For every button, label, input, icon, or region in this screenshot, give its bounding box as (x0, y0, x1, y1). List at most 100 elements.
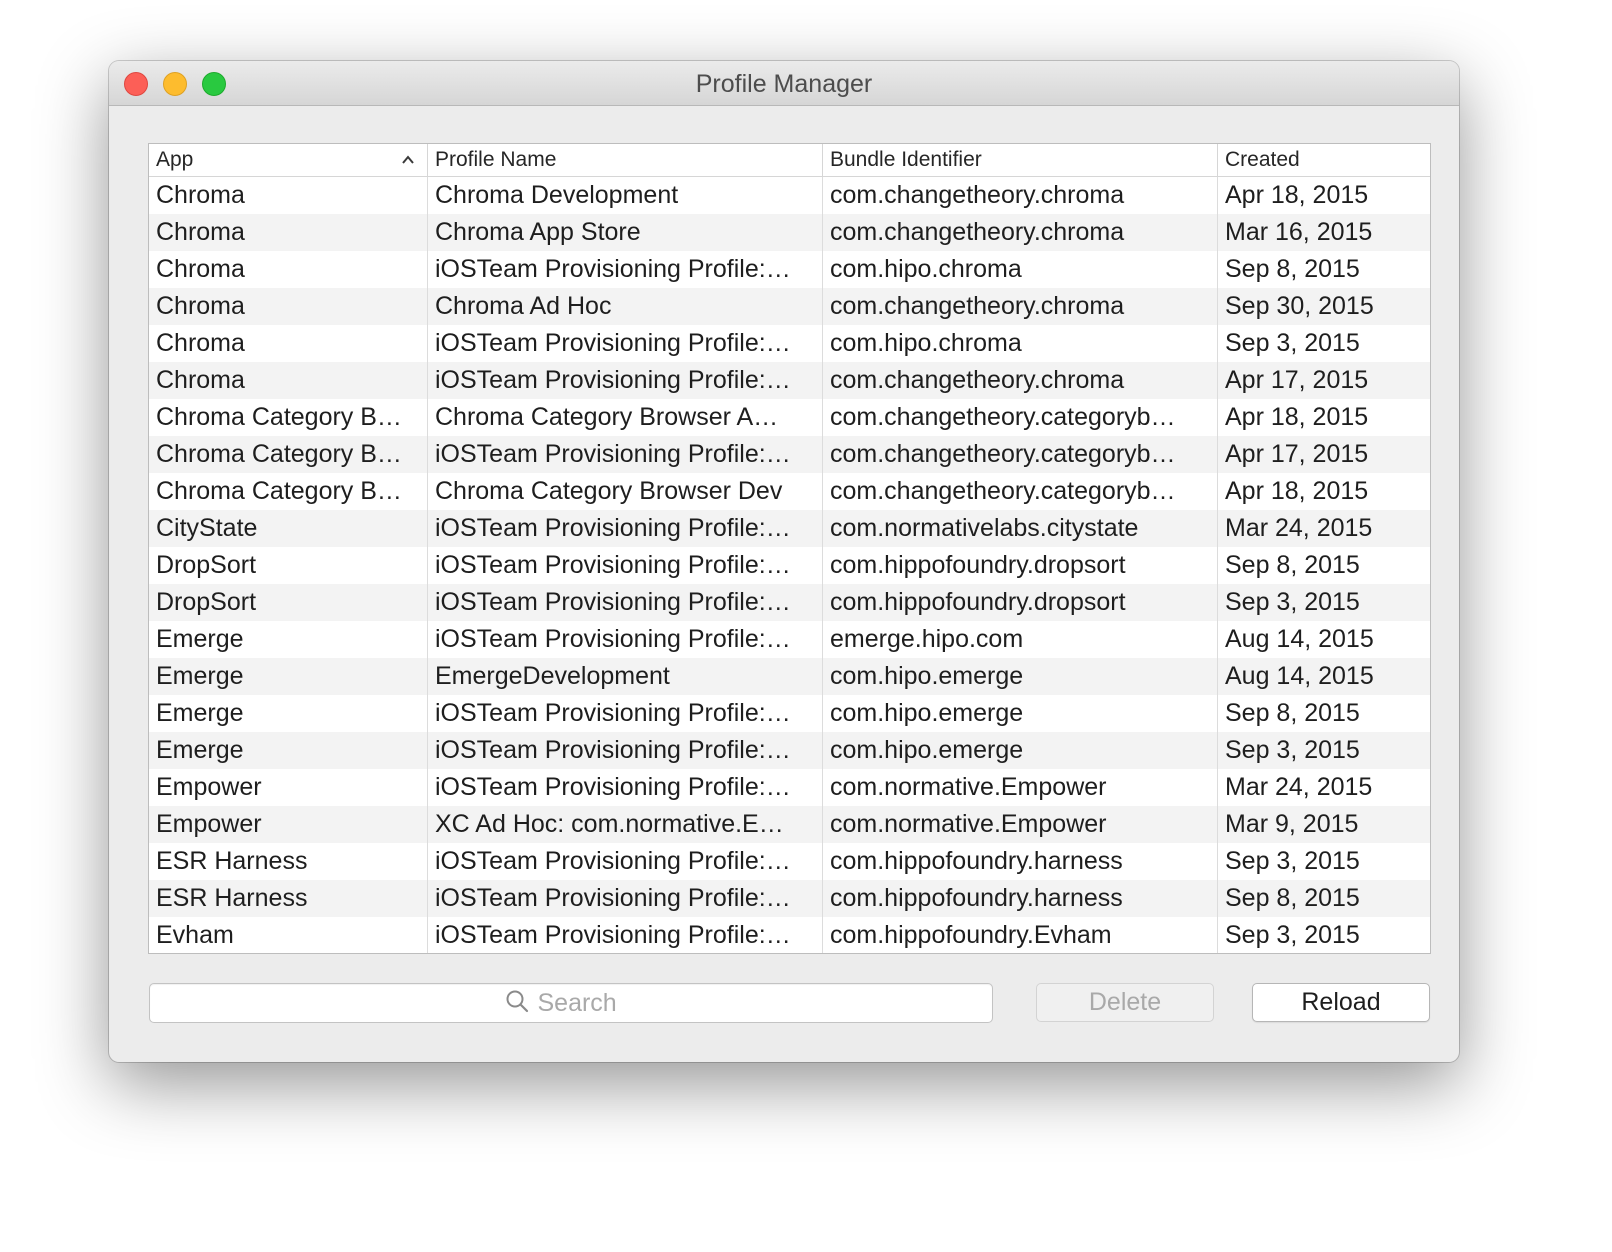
cell-created: Sep 3, 2015 (1217, 843, 1430, 880)
cell-profile-name: XC Ad Hoc: com.normative.E… (427, 806, 822, 843)
cell-created: Sep 3, 2015 (1217, 732, 1430, 769)
cell-created: Sep 8, 2015 (1217, 880, 1430, 917)
cell-profile-name: Chroma Ad Hoc (427, 288, 822, 325)
column-header-profile-name[interactable]: Profile Name (427, 144, 822, 176)
cell-created: Aug 14, 2015 (1217, 621, 1430, 658)
column-header-label: App (156, 148, 194, 171)
cell-bundle-identifier: com.changetheory.categoryb… (822, 473, 1217, 510)
cell-profile-name: iOSTeam Provisioning Profile:… (427, 510, 822, 547)
cell-created: Aug 14, 2015 (1217, 658, 1430, 695)
column-header-label: Created (1225, 148, 1300, 171)
delete-button[interactable]: Delete (1036, 983, 1214, 1022)
cell-bundle-identifier: com.hipo.emerge (822, 695, 1217, 732)
table-row[interactable]: Empower XC Ad Hoc: com.normative.E… com.no… (149, 806, 1430, 843)
cell-created: Mar 16, 2015 (1217, 214, 1430, 251)
cell-app: Chroma Category B… (156, 440, 402, 468)
search-field[interactable] (149, 983, 993, 1023)
cell-created: Sep 8, 2015 (1217, 695, 1430, 732)
table-row[interactable]: CityState iOSTeam Provisioning Profile:… c… (149, 510, 1430, 547)
cell-bundle-identifier: com.hipo.emerge (822, 658, 1217, 695)
table-row[interactable]: Chroma Category B… Chroma Category Browse… (149, 399, 1430, 436)
cell-bundle-identifier: com.changetheory.chroma (822, 288, 1217, 325)
table-row[interactable]: Chroma iOSTeam Provisioning Profile:… com.… (149, 251, 1430, 288)
cell-profile-name: iOSTeam Provisioning Profile:… (427, 732, 822, 769)
cell-bundle-identifier: com.hipo.chroma (822, 251, 1217, 288)
cell-bundle-identifier: com.hipo.emerge (822, 732, 1217, 769)
cell-profile-name: iOSTeam Provisioning Profile:… (427, 843, 822, 880)
table-row[interactable]: Emerge iOSTeam Provisioning Profile:… com.… (149, 695, 1430, 732)
table-row[interactable]: ESR Harness iOSTeam Provisioning Profile:… (149, 880, 1430, 917)
cell-created: Sep 3, 2015 (1217, 584, 1430, 621)
search-input[interactable] (537, 988, 638, 1018)
table-body: Chroma Chroma Development com.changetheory… (149, 177, 1430, 953)
window-title: Profile Manager (695, 70, 873, 98)
cell-app: CityState (156, 514, 258, 542)
cell-bundle-identifier: emerge.hipo.com (822, 621, 1217, 658)
table-row[interactable]: Chroma iOSTeam Provisioning Profile:… com.… (149, 325, 1430, 362)
cell-app: Chroma (156, 366, 245, 394)
cell-bundle-identifier: com.changetheory.categoryb… (822, 399, 1217, 436)
table-row[interactable]: Chroma Chroma App Store com.changetheory.c… (149, 214, 1430, 251)
cell-app: ESR Harness (156, 884, 308, 912)
cell-profile-name: iOSTeam Provisioning Profile:… (427, 547, 822, 584)
cell-app: Empower (156, 773, 262, 801)
profiles-table[interactable]: App Profile Name Bundle Identifier Creat… (148, 143, 1431, 954)
column-header-created[interactable]: Created (1217, 144, 1430, 176)
column-header-bundle-identifier[interactable]: Bundle Identifier (822, 144, 1217, 176)
cell-app: DropSort (156, 588, 257, 616)
cell-bundle-identifier: com.normative.Empower (822, 806, 1217, 843)
table-row[interactable]: Chroma iOSTeam Provisioning Profile:… com.… (149, 362, 1430, 399)
column-header-app[interactable]: App (149, 144, 427, 176)
search-icon (505, 989, 529, 1018)
cell-bundle-identifier: com.hippofoundry.harness (822, 843, 1217, 880)
column-header-label: Profile Name (435, 148, 557, 171)
cell-created: Apr 18, 2015 (1217, 399, 1430, 436)
cell-profile-name: iOSTeam Provisioning Profile:… (427, 769, 822, 806)
cell-bundle-identifier: com.changetheory.chroma (822, 214, 1217, 251)
table-row[interactable]: Chroma Chroma Development com.changetheory… (149, 177, 1430, 214)
table-row[interactable]: DropSort iOSTeam Provisioning Profile:… co… (149, 547, 1430, 584)
cell-app: Evham (156, 921, 234, 949)
table-row[interactable]: Emerge EmergeDevelopment com.hipo.emerge Au… (149, 658, 1430, 695)
cell-created: Mar 24, 2015 (1217, 769, 1430, 806)
table-row[interactable]: ESR Harness iOSTeam Provisioning Profile:… (149, 843, 1430, 880)
table-row[interactable]: Emerge iOSTeam Provisioning Profile:… emer… (149, 621, 1430, 658)
table-row[interactable]: Evham iOSTeam Provisioning Profile:… com.h… (149, 917, 1430, 953)
cell-app: Chroma (156, 292, 245, 320)
cell-bundle-identifier: com.normativelabs.citystate (822, 510, 1217, 547)
cell-created: Apr 18, 2015 (1217, 177, 1430, 214)
cell-profile-name: EmergeDevelopment (427, 658, 822, 695)
cell-bundle-identifier: com.hippofoundry.dropsort (822, 547, 1217, 584)
table-row[interactable]: DropSort iOSTeam Provisioning Profile:… co… (149, 584, 1430, 621)
cell-profile-name: iOSTeam Provisioning Profile:… (427, 362, 822, 399)
cell-app: Empower (156, 810, 262, 838)
cell-profile-name: Chroma App Store (427, 214, 822, 251)
cell-app: DropSort (156, 551, 257, 579)
profile-manager-window: Profile Manager App Profile Name Bundle … (109, 61, 1459, 1062)
table-row[interactable]: Emerge iOSTeam Provisioning Profile:… com.… (149, 732, 1430, 769)
cell-profile-name: Chroma Category Browser A… (427, 399, 822, 436)
cell-created: Sep 8, 2015 (1217, 547, 1430, 584)
title-bar[interactable]: Profile Manager (109, 61, 1459, 106)
cell-app: Emerge (156, 625, 244, 653)
cell-created: Apr 18, 2015 (1217, 473, 1430, 510)
cell-bundle-identifier: com.changetheory.chroma (822, 177, 1217, 214)
cell-created: Apr 17, 2015 (1217, 436, 1430, 473)
cell-bundle-identifier: com.hippofoundry.dropsort (822, 584, 1217, 621)
table-row[interactable]: Chroma Category B… Chroma Category Browse… (149, 473, 1430, 510)
cell-bundle-identifier: com.changetheory.categoryb… (822, 436, 1217, 473)
cell-profile-name: iOSTeam Provisioning Profile:… (427, 621, 822, 658)
table-row[interactable]: Chroma Chroma Ad Hoc com.changetheory.chro… (149, 288, 1430, 325)
cell-bundle-identifier: com.changetheory.chroma (822, 362, 1217, 399)
cell-created: Apr 17, 2015 (1217, 362, 1430, 399)
cell-profile-name: iOSTeam Provisioning Profile:… (427, 695, 822, 732)
cell-bundle-identifier: com.hippofoundry.harness (822, 880, 1217, 917)
cell-app: Emerge (156, 699, 244, 727)
table-row[interactable]: Empower iOSTeam Provisioning Profile:… com… (149, 769, 1430, 806)
table-row[interactable]: Chroma Category B… iOSTeam Provisioning P… (149, 436, 1430, 473)
reload-button[interactable]: Reload (1252, 983, 1430, 1022)
table-header: App Profile Name Bundle Identifier Creat… (149, 144, 1430, 177)
cell-profile-name: iOSTeam Provisioning Profile:… (427, 584, 822, 621)
cell-created: Mar 24, 2015 (1217, 510, 1430, 547)
cell-created: Sep 3, 2015 (1217, 917, 1430, 953)
